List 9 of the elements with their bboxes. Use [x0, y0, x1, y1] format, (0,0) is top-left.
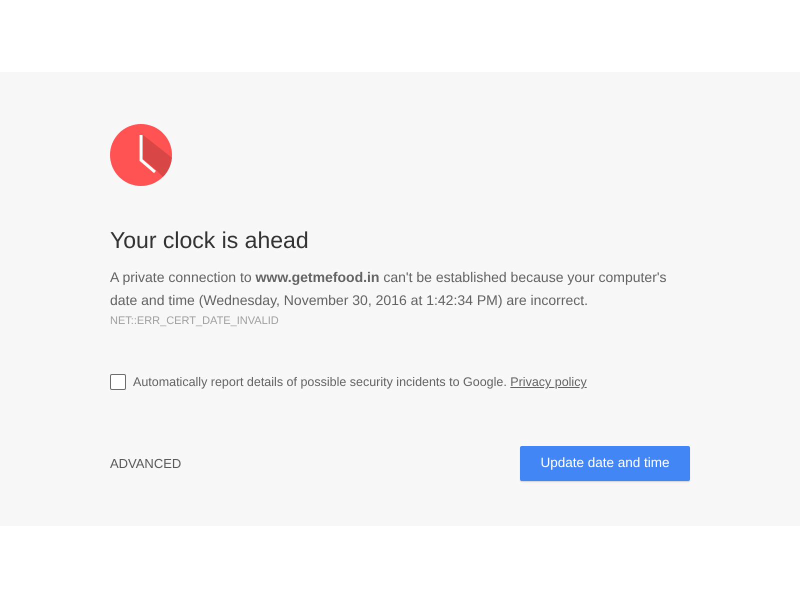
advanced-button[interactable]: ADVANCED: [110, 446, 182, 482]
report-option-text: Automatically report details of possible security incidents to Google. Privacy policy: [133, 374, 587, 391]
error-code: NET::ERR_CERT_DATE_INVALID: [110, 314, 279, 329]
report-checkbox[interactable]: [110, 374, 126, 390]
privacy-policy-link[interactable]: Privacy policy: [510, 375, 587, 389]
clock-icon: [110, 124, 172, 186]
error-message: A private connection to www.getmefood.in can't be established because your computer's date and time (Wednesday, November 30, 2016 at 1:42:34 PM) are incorrect.: [110, 268, 668, 310]
error-title: Your clock is ahead: [110, 226, 309, 255]
update-date-time-button[interactable]: Update date and time: [520, 446, 690, 481]
